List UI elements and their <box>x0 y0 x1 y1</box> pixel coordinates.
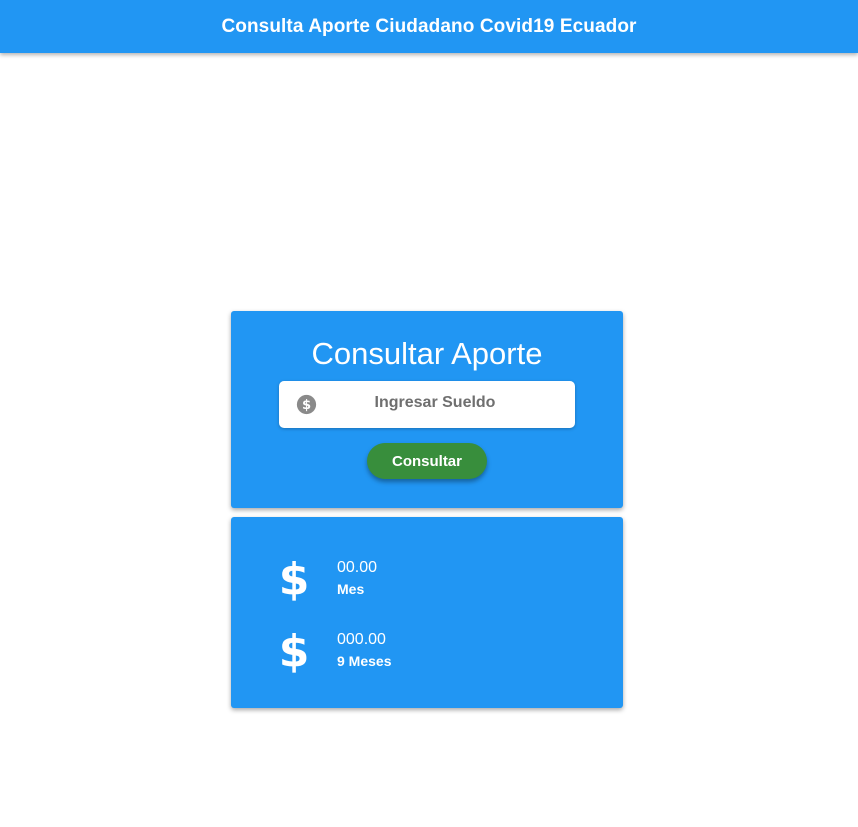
card-title: Consultar Aporte <box>311 336 543 371</box>
dollar-icon: $ <box>279 554 310 602</box>
consult-button[interactable]: Consultar <box>367 443 487 479</box>
svg-text:$: $ <box>279 626 310 674</box>
results-card: $ 00.00 Mes $ 000.00 9 Meses <box>231 517 623 708</box>
monthly-label: Mes <box>337 581 365 597</box>
nine-months-amount: 000.00 <box>337 631 386 648</box>
consult-card: Consultar Aporte $ Consultar <box>231 311 623 508</box>
svg-text:$: $ <box>302 398 311 413</box>
monetization-icon: $ <box>296 394 317 415</box>
nine-months-label: 9 Meses <box>337 653 392 669</box>
result-nine-months: $ 000.00 9 Meses <box>277 626 577 676</box>
svg-text:$: $ <box>279 554 310 602</box>
result-monthly: $ 00.00 Mes <box>277 554 577 604</box>
app-bar: Consulta Aporte Ciudadano Covid19 Ecuado… <box>0 0 858 53</box>
app-title: Consulta Aporte Ciudadano Covid19 Ecuado… <box>221 15 637 37</box>
salary-input[interactable] <box>325 381 545 428</box>
dollar-icon: $ <box>279 626 310 674</box>
salary-field[interactable]: $ <box>279 381 575 428</box>
monthly-amount: 00.00 <box>337 559 378 576</box>
